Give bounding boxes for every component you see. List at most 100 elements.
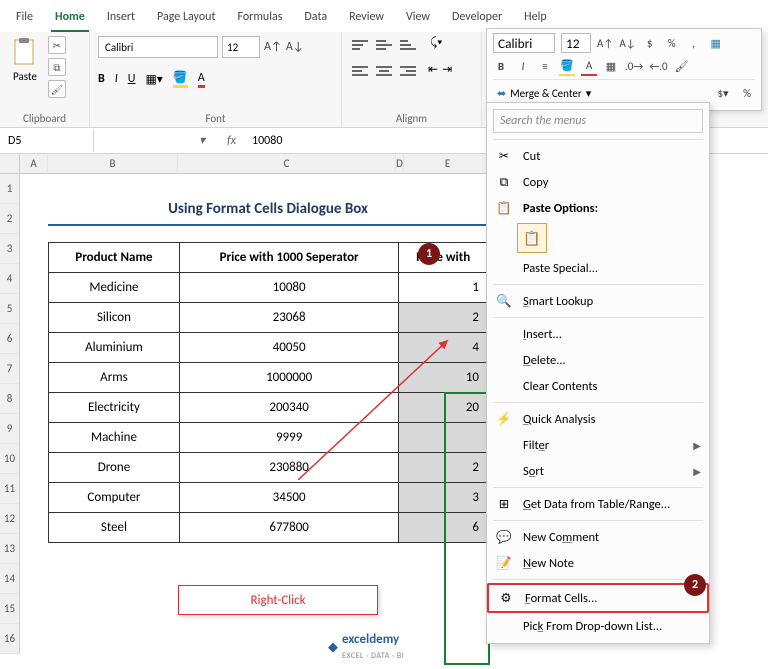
menu-quick-analysis[interactable]: ⚡Quick Analysis [487,406,709,432]
currency-icon[interactable]: $ [642,33,658,53]
align-bottom-icon[interactable] [398,36,418,54]
menu-sort[interactable]: Sort▶ [487,458,709,484]
decrease-indent-icon[interactable]: ⇤ [428,62,438,80]
tab-review[interactable]: Review [345,6,388,32]
row-header[interactable]: 1 [0,174,20,204]
col-header[interactable]: C [178,154,396,174]
orientation-icon[interactable]: ⤹▾ [430,36,442,54]
format-painter-icon[interactable]: 🖌 [674,56,690,76]
row-header[interactable]: 4 [0,264,20,294]
menu-new-comment[interactable]: 💬New Comment [487,524,709,550]
col-header[interactable]: B [48,154,178,174]
cell-selected[interactable]: 6 [399,513,488,543]
cell-product[interactable]: Steel [49,513,180,543]
currency-dropdown[interactable]: $▾ [715,83,731,103]
italic-button[interactable]: I [115,72,118,86]
comma-icon[interactable]: , [686,33,702,53]
cell-selected[interactable]: 4 [399,333,488,363]
row-header[interactable]: 5 [0,294,20,324]
tab-formulas[interactable]: Formulas [233,6,286,32]
increase-font-icon[interactable]: A↑ [597,33,613,53]
decimal-dec-icon[interactable]: ←.0 [649,56,667,76]
cell-product[interactable]: Silicon [49,303,180,333]
cell-sep[interactable]: 40050 [179,333,399,363]
cut-icon[interactable]: ✂ [48,36,66,54]
cell-selected[interactable]: 10 [399,363,488,393]
fill-color-icon[interactable]: 🪣 [559,56,575,76]
percent-button[interactable]: % [739,83,755,103]
row-header[interactable]: 2 [0,204,20,234]
fill-color-icon[interactable]: 🪣 [173,70,188,88]
format-painter-icon[interactable]: 🖌 [48,80,66,98]
align-top-icon[interactable] [350,36,370,54]
row-header[interactable]: 14 [0,564,20,594]
cell-product[interactable]: Medicine [49,273,180,303]
align-center-icon[interactable] [374,62,394,80]
align-middle-icon[interactable] [374,36,394,54]
cell-product[interactable]: Machine [49,423,180,453]
cell-product[interactable]: Aluminium [49,333,180,363]
tab-file[interactable]: File [12,6,37,32]
border-icon[interactable]: ▦▾ [145,72,162,87]
cell-product[interactable]: Computer [49,483,180,513]
row-header[interactable]: 10 [0,444,20,474]
dropdown-icon[interactable]: ▾ [199,133,205,148]
row-header[interactable]: 11 [0,474,20,504]
formula-value[interactable]: 10080 [244,130,290,152]
menu-cut[interactable]: ✂Cut [487,143,709,169]
row-header[interactable]: 6 [0,324,20,354]
tab-page-layout[interactable]: Page Layout [153,6,219,32]
row-header[interactable]: 8 [0,384,20,414]
cell-sep[interactable]: 230880 [179,453,399,483]
tab-insert[interactable]: Insert [103,6,139,32]
row-header[interactable]: 15 [0,594,20,624]
row-header[interactable]: 12 [0,504,20,534]
menu-paste-special[interactable]: Paste Special... [487,255,709,281]
paste-option-values[interactable]: 📋 [517,223,547,253]
row-header[interactable]: 3 [0,234,20,264]
menu-smart-lookup[interactable]: 🔍Smart Lookup [487,288,709,314]
cell-product[interactable]: Electricity [49,393,180,423]
cell-sep[interactable]: 9999 [179,423,399,453]
menu-filter[interactable]: Filter▶ [487,432,709,458]
align-left-icon[interactable] [350,62,370,80]
menu-pick-list[interactable]: Pick From Drop-down List... [487,613,709,639]
cell-product[interactable]: Arms [49,363,180,393]
font-name-select[interactable] [98,36,218,58]
col-header[interactable]: E [404,154,492,174]
menu-insert[interactable]: Insert... [487,321,709,347]
tab-data[interactable]: Data [300,6,331,32]
percent-icon[interactable]: % [664,33,680,53]
select-all-corner[interactable] [0,154,20,174]
increase-font-icon[interactable]: A↑ [264,37,282,57]
decimal-inc-icon[interactable]: .0→ [625,56,643,76]
merge-center-button[interactable]: ⬌ Merge & Center ▾ [493,85,595,102]
bold-button[interactable]: B [98,72,105,86]
fx-icon[interactable]: fx [227,134,236,148]
cell-sep[interactable]: 1000000 [179,363,399,393]
row-header[interactable]: 13 [0,534,20,564]
menu-delete[interactable]: Delete... [487,347,709,373]
italic-icon[interactable]: I [515,56,531,76]
cell-sep[interactable]: 677800 [179,513,399,543]
increase-indent-icon[interactable]: ⇥ [442,62,452,80]
cell-sep[interactable]: 23068 [179,303,399,333]
cell-selected[interactable] [399,423,488,453]
col-header[interactable]: D [396,154,404,174]
tab-view[interactable]: View [402,6,434,32]
mini-font-name[interactable] [493,33,555,53]
align-icon[interactable]: ≡ [537,56,553,76]
menu-get-data[interactable]: ⊞Get Data from Table/Range... [487,491,709,517]
copy-icon[interactable]: ⧉ [48,58,66,76]
mini-font-size[interactable] [561,33,591,53]
cell-product[interactable]: Drone [49,453,180,483]
underline-button[interactable]: U [128,72,136,86]
decrease-font-icon[interactable]: A↓ [619,33,635,53]
cell-sep[interactable]: 200340 [179,393,399,423]
font-size-select[interactable] [222,36,260,58]
font-color-icon[interactable]: A [198,71,205,88]
name-box[interactable]: D5 [0,130,94,152]
tab-home[interactable]: Home [51,6,89,32]
cell-selected[interactable]: 1 [399,273,488,303]
menu-clear-contents[interactable]: Clear Contents [487,373,709,399]
